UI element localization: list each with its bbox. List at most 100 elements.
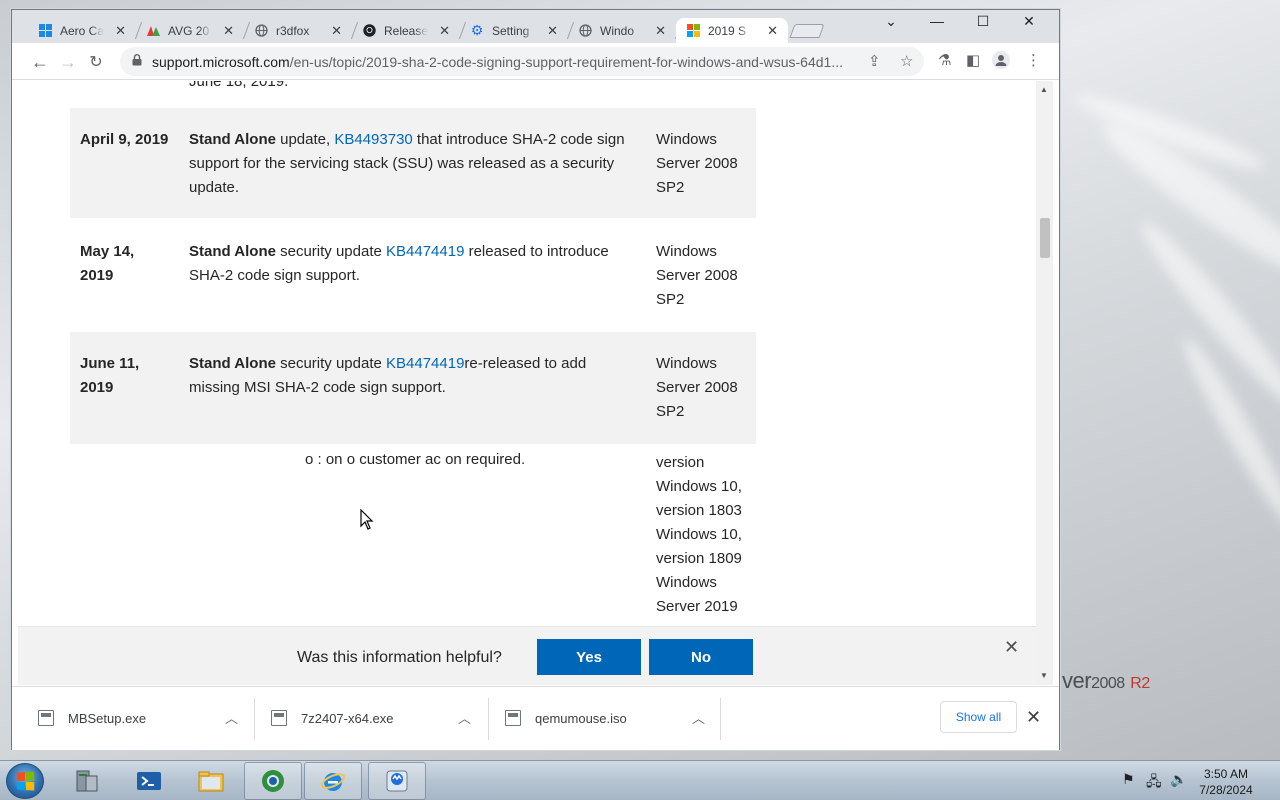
download-item[interactable]: 7z2407-x64.exe ︿ bbox=[271, 687, 481, 749]
internet-explorer-icon[interactable] bbox=[304, 762, 362, 800]
minimize-button[interactable]: — bbox=[914, 13, 960, 29]
browser-taskbar-icon[interactable] bbox=[244, 762, 302, 800]
volume-muted-icon[interactable]: 🔈 bbox=[1170, 771, 1187, 788]
page-content: June 18, 2019. April 9, 2019 Stand Alone… bbox=[18, 81, 1036, 685]
tab-title: Setting bbox=[492, 23, 530, 38]
yes-button[interactable]: Yes bbox=[537, 639, 641, 675]
tab-title: 2019 S bbox=[708, 23, 747, 38]
tab-2[interactable]: r3dfox ✕ bbox=[244, 18, 359, 43]
more-menu-icon[interactable]: ⋮ bbox=[1026, 51, 1041, 69]
side-panel-icon[interactable]: ◧ bbox=[966, 51, 980, 69]
tab-3[interactable]: Release ✕ bbox=[352, 18, 467, 43]
browser-toolbar: ← → ↻ support.microsoft.com/en-us/topic/… bbox=[12, 43, 1059, 80]
no-button[interactable]: No bbox=[649, 639, 753, 675]
row-description: Stand Alone security update KB4474419 re… bbox=[189, 243, 609, 284]
file-icon bbox=[271, 710, 287, 726]
row-os: Windows Server 2008 SP2 bbox=[656, 131, 738, 196]
tab-title: Aero Ca bbox=[60, 23, 104, 38]
globe-icon bbox=[578, 24, 592, 38]
windows-icon bbox=[38, 24, 52, 38]
powershell-icon[interactable] bbox=[120, 762, 178, 800]
back-icon[interactable]: ← bbox=[28, 50, 52, 74]
row-os: Windows Server 2008 SP2 bbox=[656, 355, 738, 420]
show-all-button[interactable]: Show all bbox=[940, 701, 1017, 733]
os-list: version Windows 10, version 1803 Windows… bbox=[656, 454, 742, 615]
close-icon[interactable]: ✕ bbox=[547, 23, 558, 39]
table-row: April 9, 2019 Stand Alone update, KB4493… bbox=[70, 108, 756, 218]
tab-title: AVG 20 bbox=[168, 23, 210, 38]
tab-title: Release bbox=[384, 23, 428, 38]
table-row: June 11, 2019 Stand Alone security updat… bbox=[70, 332, 756, 444]
clock-date: 7/28/2024 bbox=[1199, 783, 1253, 797]
gear-icon: ⚙ bbox=[470, 22, 484, 38]
row-date: May 14, 2019 bbox=[80, 243, 135, 284]
downloads-bar: MBSetup.exe ︿ 7z2407-x64.exe ︿ qemumouse… bbox=[12, 686, 1059, 750]
tab-4[interactable]: ⚙ Setting ✕ bbox=[460, 18, 575, 43]
row-date: June 11, 2019 bbox=[80, 355, 140, 396]
server-brand-logo: ver2008 R2 bbox=[1062, 668, 1150, 693]
network-icon[interactable]: 🖧 bbox=[1146, 771, 1162, 795]
chevron-up-icon[interactable]: ︿ bbox=[458, 708, 471, 727]
download-item[interactable]: MBSetup.exe ︿ bbox=[38, 687, 248, 749]
tab-title: r3dfox bbox=[276, 23, 310, 38]
tab-5[interactable]: Windo ✕ bbox=[568, 18, 683, 43]
server-manager-icon[interactable] bbox=[58, 762, 116, 800]
share-icon[interactable]: ⇪ bbox=[868, 52, 881, 70]
close-icon[interactable]: ✕ bbox=[331, 23, 342, 39]
row-date: April 9, 2019 bbox=[80, 131, 169, 148]
scroll-up-icon[interactable]: ▲ bbox=[1040, 85, 1048, 94]
chevron-up-icon[interactable]: ︿ bbox=[225, 708, 238, 727]
reload-icon[interactable]: ↻ bbox=[84, 50, 108, 74]
close-window-button[interactable]: ✕ bbox=[1006, 13, 1052, 30]
kb-link[interactable]: KB4493730 bbox=[334, 131, 412, 148]
page-scrollbar[interactable]: ▲ ▼ bbox=[1036, 81, 1053, 685]
lock-icon[interactable] bbox=[132, 54, 142, 69]
scroll-thumb[interactable] bbox=[1040, 218, 1050, 258]
chevron-up-icon[interactable]: ︿ bbox=[692, 708, 705, 727]
tab-6-active[interactable]: 2019 S ✕ bbox=[676, 18, 788, 43]
bookmark-star-icon[interactable]: ☆ bbox=[900, 52, 913, 70]
action-center-flag-icon[interactable]: ⚑ bbox=[1122, 771, 1135, 788]
feedback-question: Was this information helpful? bbox=[297, 649, 502, 666]
tab-0[interactable]: Aero Ca ✕ bbox=[28, 18, 143, 43]
taskbar: ⚑ 🖧 🔈 3:50 AM 7/28/2024 bbox=[0, 760, 1280, 800]
profile-avatar-icon[interactable] bbox=[992, 51, 1010, 73]
forward-icon[interactable]: → bbox=[56, 50, 80, 74]
kb-link[interactable]: KB4474419 bbox=[386, 355, 464, 372]
file-icon bbox=[38, 710, 54, 726]
tab-title: Windo bbox=[600, 23, 635, 38]
close-icon[interactable]: ✕ bbox=[1026, 707, 1041, 728]
row-description: Stand Alone update, KB4493730 that intro… bbox=[189, 131, 625, 196]
start-button[interactable] bbox=[6, 763, 44, 799]
system-clock[interactable]: 3:50 AM 7/28/2024 bbox=[1196, 766, 1256, 798]
clock-time: 3:50 AM bbox=[1203, 767, 1249, 781]
url-text[interactable]: support.microsoft.com/en-us/topic/2019-s… bbox=[152, 54, 862, 70]
scroll-down-icon[interactable]: ▼ bbox=[1040, 671, 1048, 680]
overlapped-text: o : on o customer ac on required. bbox=[305, 451, 526, 468]
kb-link[interactable]: KB4474419 bbox=[386, 243, 464, 260]
feedback-banner: Was this information helpful? Yes No ✕ bbox=[18, 626, 1036, 685]
close-icon[interactable]: ✕ bbox=[655, 23, 666, 39]
close-icon[interactable]: ✕ bbox=[223, 23, 234, 39]
malwarebytes-installer-icon[interactable] bbox=[368, 762, 426, 800]
tab-1[interactable]: AVG 20 ✕ bbox=[136, 18, 251, 43]
close-icon[interactable]: ✕ bbox=[1004, 637, 1019, 658]
close-icon[interactable]: ✕ bbox=[767, 23, 778, 39]
row-description: Stand Alone security update KB4474419re-… bbox=[189, 355, 587, 396]
avg-icon bbox=[146, 24, 160, 38]
new-tab-button[interactable] bbox=[789, 24, 825, 38]
github-icon bbox=[362, 24, 376, 38]
browser-window: Aero Ca ✕ AVG 20 ✕ r3dfox ✕ Release ✕ ⚙ … bbox=[11, 9, 1060, 750]
close-icon[interactable]: ✕ bbox=[115, 23, 126, 39]
maximize-button[interactable]: ☐ bbox=[960, 13, 1006, 30]
row-os: Windows Server 2008 SP2 bbox=[656, 243, 738, 308]
close-icon[interactable]: ✕ bbox=[439, 23, 450, 39]
windows-logo-icon bbox=[16, 771, 35, 791]
microsoft-icon bbox=[686, 24, 700, 38]
globe-icon bbox=[254, 24, 268, 38]
file-explorer-icon[interactable] bbox=[182, 762, 240, 800]
address-bar[interactable]: support.microsoft.com/en-us/topic/2019-s… bbox=[120, 47, 924, 76]
download-item[interactable]: qemumouse.iso ︿ bbox=[505, 687, 715, 749]
extensions-icon[interactable]: ⚗ bbox=[938, 51, 951, 69]
tab-search-icon[interactable]: ⌄ bbox=[868, 13, 914, 30]
